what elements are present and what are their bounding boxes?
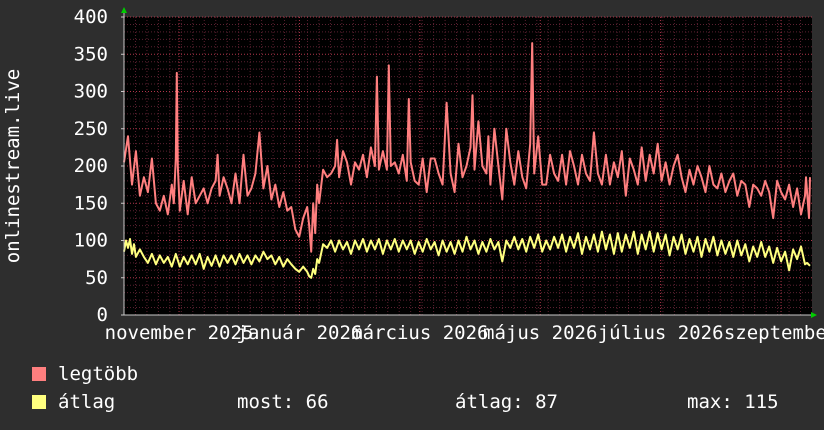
legend-item-atlag: átlag most: 66 átlag: 87 max: 115 <box>32 392 812 412</box>
x-tick-label: szeptember <box>724 322 824 344</box>
legend-label-legtobb: legtöbb <box>58 363 139 385</box>
y-tick-label: 50 <box>85 267 108 289</box>
x-tick-label: július 2026 <box>598 322 724 344</box>
y-tick-label: 100 <box>74 230 108 252</box>
y-axis-arrow <box>121 7 127 13</box>
y-tick-label: 200 <box>74 155 108 177</box>
x-axis-tick-labels: november 2025január 2026március 2026máju… <box>105 322 824 344</box>
y-tick-label: 400 <box>74 6 108 28</box>
legend-label-atlag: átlag <box>58 391 116 413</box>
stat-atlag: átlag: 87 <box>455 391 558 413</box>
x-axis-arrow <box>811 312 817 318</box>
legend-swatch-legtobb <box>32 367 46 381</box>
y-tick-label: 300 <box>74 81 108 103</box>
y-axis-tick-labels: 050100150200250300350400 <box>74 6 108 326</box>
stat-max: max: 115 <box>687 391 779 413</box>
legend-swatch-atlag <box>32 395 46 409</box>
y-tick-label: 350 <box>74 43 108 65</box>
x-tick-label: január 2026 <box>237 322 363 344</box>
stat-most: most: 66 <box>237 391 329 413</box>
y-tick-label: 150 <box>74 192 108 214</box>
y-axis-label: onlinestream.live <box>2 69 24 263</box>
x-tick-label: november 2025 <box>105 322 254 344</box>
x-tick-label: március 2026 <box>351 322 488 344</box>
legend-item-legtobb: legtöbb <box>32 364 232 384</box>
x-tick-label: május 2026 <box>483 322 597 344</box>
y-tick-label: 250 <box>74 118 108 140</box>
